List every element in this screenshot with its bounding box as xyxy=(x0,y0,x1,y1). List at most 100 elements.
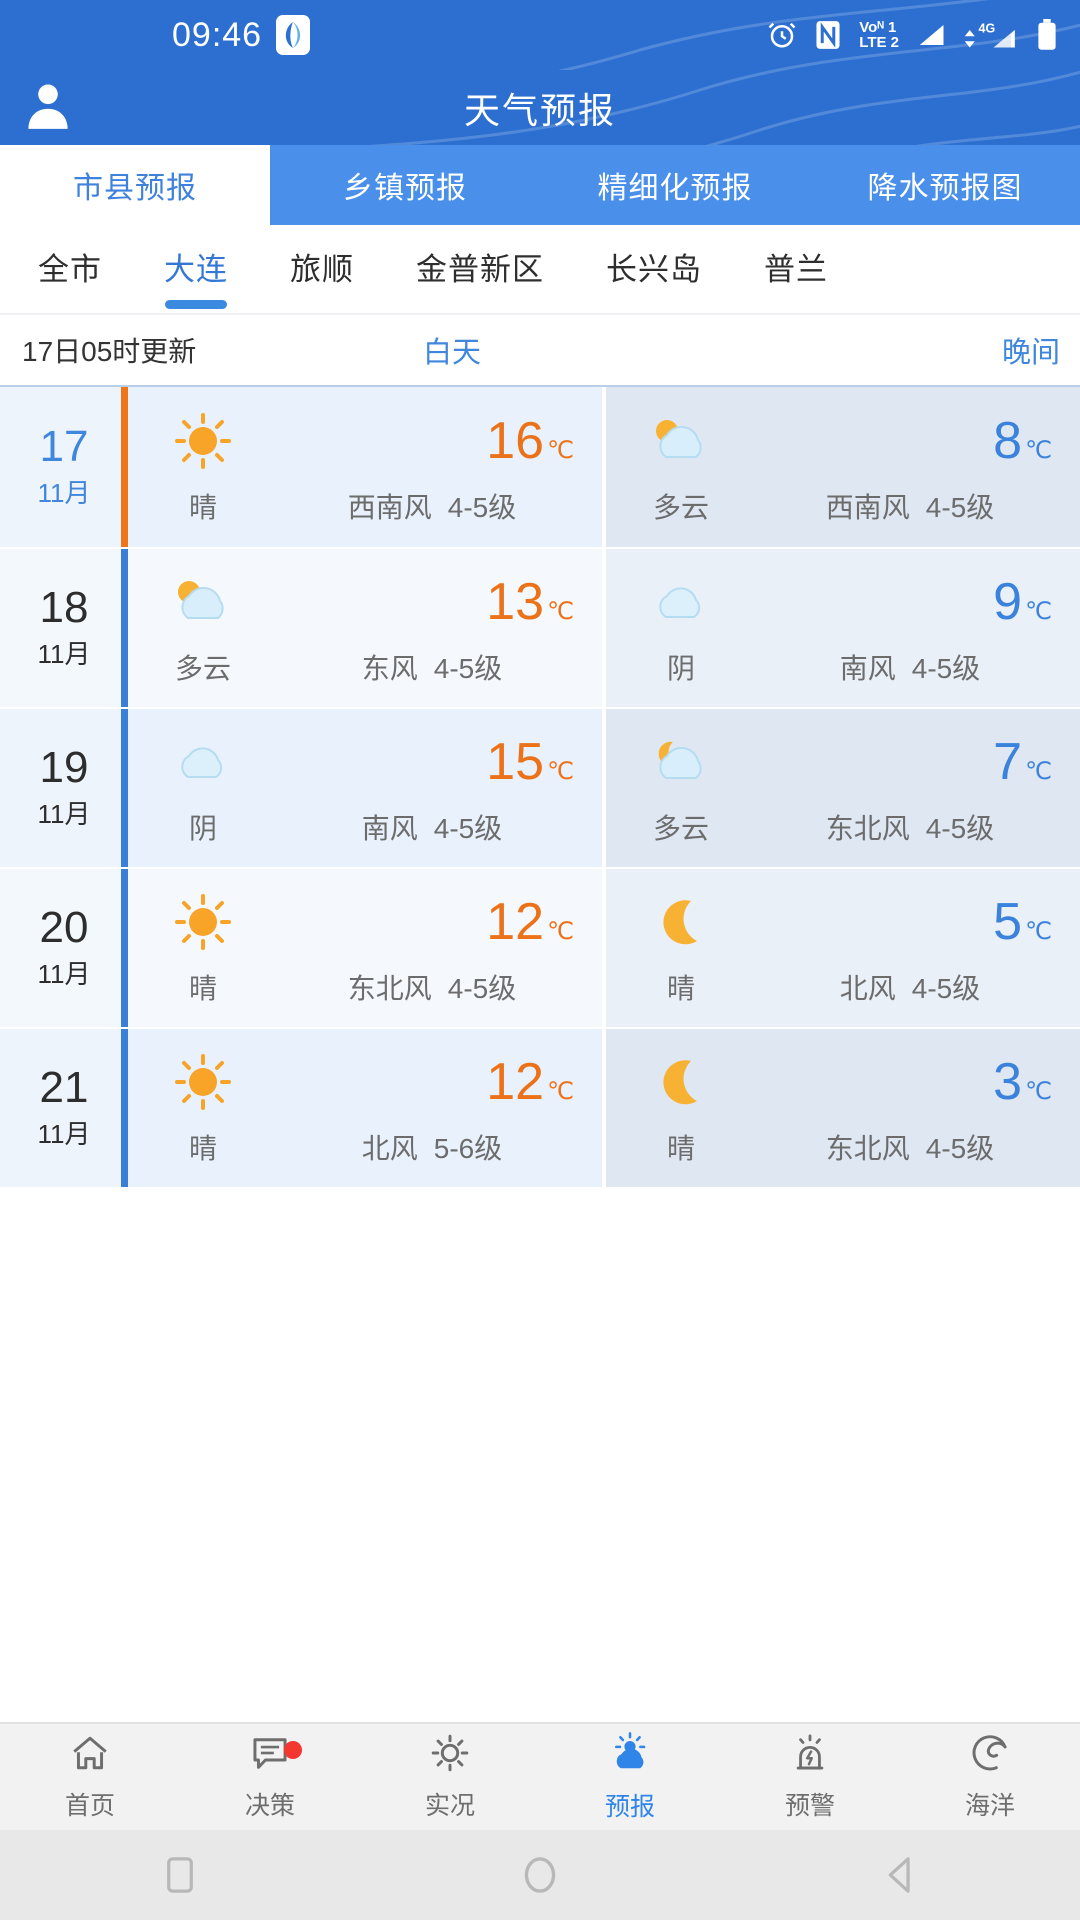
date-day: 21 xyxy=(39,1062,89,1112)
city-tab-dalian[interactable]: 大连 xyxy=(164,244,228,295)
wind-level: 5-6级 xyxy=(433,1133,503,1164)
city-tab-bar[interactable]: 全市 大连 旅顺 金普新区 长兴岛 普兰 xyxy=(0,225,1080,315)
column-header-nighttime: 晚间 xyxy=(1001,337,1060,369)
nav-item-warning[interactable]: 预警 xyxy=(720,1724,900,1830)
daytime-wind: 东风 4-5级 xyxy=(278,647,602,687)
tab-town-forecast[interactable]: 乡镇预报 xyxy=(270,145,540,225)
mobile-data-4g-icon: 4G xyxy=(963,20,1019,50)
recents-square-icon[interactable] xyxy=(120,1854,240,1896)
wind-direction: 北风 xyxy=(361,1133,418,1164)
cloud-icon xyxy=(606,575,756,629)
nighttime-temperature: 5 ℃ xyxy=(756,896,1080,948)
temp-unit: ℃ xyxy=(547,598,574,625)
sun-cloud-icon xyxy=(608,1731,652,1780)
battery-icon xyxy=(1036,19,1058,51)
forecast-list: 17 11月 16 ℃ 晴 西南风 4-5级 8 ℃ 多云 西南风 4-5级 1… xyxy=(0,387,1080,1187)
nav-item-forecast[interactable]: 预报 xyxy=(540,1724,720,1830)
daytime-temperature: 16 ℃ xyxy=(278,415,602,467)
forecast-row[interactable]: 17 11月 16 ℃ 晴 西南风 4-5级 8 ℃ 多云 西南风 4-5级 xyxy=(0,387,1080,547)
row-accent-bar xyxy=(121,387,128,547)
temp-unit: ℃ xyxy=(1025,1078,1052,1105)
temp-unit: ℃ xyxy=(547,437,574,464)
nighttime-wind: 东北风 4-5级 xyxy=(756,1127,1080,1167)
nighttime-temperature: 3 ℃ xyxy=(756,1056,1080,1108)
nighttime-wind: 西南风 4-5级 xyxy=(756,486,1080,526)
temp-unit: ℃ xyxy=(547,758,574,785)
date-day: 17 xyxy=(39,421,89,471)
nav-label: 海洋 xyxy=(964,1792,1015,1820)
wind-direction: 南风 xyxy=(839,653,896,684)
city-tab-changxingdao[interactable]: 长兴岛 xyxy=(606,244,702,295)
sun-icon xyxy=(128,890,278,954)
nighttime-temperature: 8 ℃ xyxy=(756,415,1080,467)
moon-cloud-icon xyxy=(606,732,756,792)
nfc-icon xyxy=(814,20,842,50)
wind-level: 4-5级 xyxy=(925,813,995,844)
wind-direction: 东风 xyxy=(361,653,418,684)
wind-level: 4-5级 xyxy=(911,973,981,1004)
nighttime-cell: 5 ℃ 晴 北风 4-5级 xyxy=(602,869,1080,1027)
nighttime-wind: 北风 4-5级 xyxy=(756,967,1080,1007)
forecast-row[interactable]: 20 11月 12 ℃ 晴 东北风 4-5级 5 ℃ 晴 北风 4-5级 xyxy=(0,867,1080,1027)
wind-level: 4-5级 xyxy=(925,492,995,523)
nav-item-ocean[interactable]: 海洋 xyxy=(900,1724,1080,1830)
wind-level: 4-5级 xyxy=(433,653,503,684)
sun-cloud-icon xyxy=(606,411,756,471)
daytime-wind: 北风 5-6级 xyxy=(278,1127,602,1167)
wind-direction: 东北风 xyxy=(825,813,910,844)
column-header-daytime: 白天 xyxy=(423,337,482,369)
volte-line1: Voᴺ 1 xyxy=(859,19,897,36)
nav-label: 实况 xyxy=(424,1792,475,1820)
temp-unit: ℃ xyxy=(547,1078,574,1105)
temp-unit: ℃ xyxy=(1025,758,1052,785)
forecast-header-row: 17日05时更新 白天 晚间 xyxy=(0,315,1080,387)
daytime-cell: 13 ℃ 多云 东风 4-5级 xyxy=(128,549,602,707)
daytime-temperature: 15 ℃ xyxy=(278,736,602,788)
daytime-condition: 晴 xyxy=(188,973,217,1004)
row-accent-bar xyxy=(121,869,128,1027)
wind-level: 4-5级 xyxy=(433,813,503,844)
update-timestamp: 17日05时更新 xyxy=(22,336,197,367)
temp-unit: ℃ xyxy=(1025,437,1052,464)
city-tab-all[interactable]: 全市 xyxy=(38,244,102,295)
moon-icon xyxy=(606,891,756,953)
temp-unit: ℃ xyxy=(1025,598,1052,625)
nav-item-decision[interactable]: 决策 xyxy=(180,1724,360,1830)
daytime-temperature: 13 ℃ xyxy=(278,576,602,628)
home-circle-icon[interactable] xyxy=(480,1853,600,1897)
forecast-row[interactable]: 19 11月 15 ℃ 阴 南风 4-5级 7 ℃ 多云 东北风 4-5级 xyxy=(0,707,1080,867)
forecast-row[interactable]: 21 11月 12 ℃ 晴 北风 5-6级 3 ℃ 晴 东北风 4-5级 xyxy=(0,1027,1080,1187)
daytime-cell: 12 ℃ 晴 北风 5-6级 xyxy=(128,1029,602,1187)
date-month: 11月 xyxy=(37,799,91,830)
moon-icon xyxy=(606,1051,756,1113)
temp-value: 12 xyxy=(486,1053,545,1111)
nav-item-home[interactable]: 首页 xyxy=(0,1724,180,1830)
daytime-condition: 晴 xyxy=(188,492,217,523)
city-tab-lvshun[interactable]: 旅顺 xyxy=(290,244,354,295)
nighttime-condition: 晴 xyxy=(666,973,695,1004)
daytime-wind: 南风 4-5级 xyxy=(278,807,602,847)
status-bar: 09:46 Voᴺ 1 LTE 2 4G xyxy=(0,0,1080,70)
wind-direction: 西南风 xyxy=(825,492,910,523)
android-navigation-bar xyxy=(0,1830,1080,1920)
tab-city-forecast[interactable]: 市县预报 xyxy=(0,145,270,225)
forecast-row[interactable]: 18 11月 13 ℃ 多云 东风 4-5级 9 ℃ 阴 南风 4-5级 xyxy=(0,547,1080,707)
row-accent-bar xyxy=(121,709,128,867)
alarm-icon xyxy=(767,20,797,50)
user-avatar[interactable] xyxy=(20,77,76,138)
tab-precipitation-map[interactable]: 降水预报图 xyxy=(810,145,1080,225)
city-tab-pulandian[interactable]: 普兰 xyxy=(764,244,828,295)
svg-text:4G: 4G xyxy=(979,22,996,36)
nav-item-live[interactable]: 实况 xyxy=(360,1724,540,1830)
nighttime-condition: 多云 xyxy=(652,813,709,844)
date-day: 18 xyxy=(39,582,89,632)
weather-app-icon xyxy=(276,15,311,55)
daytime-condition: 晴 xyxy=(188,1133,217,1164)
temp-value: 13 xyxy=(486,573,545,631)
city-tab-jinpu[interactable]: 金普新区 xyxy=(416,244,544,295)
back-triangle-icon[interactable] xyxy=(840,1854,960,1896)
tab-fine-forecast[interactable]: 精细化预报 xyxy=(540,145,810,225)
sun-icon xyxy=(128,1050,278,1114)
temp-unit: ℃ xyxy=(1025,918,1052,945)
row-accent-bar xyxy=(121,549,128,707)
